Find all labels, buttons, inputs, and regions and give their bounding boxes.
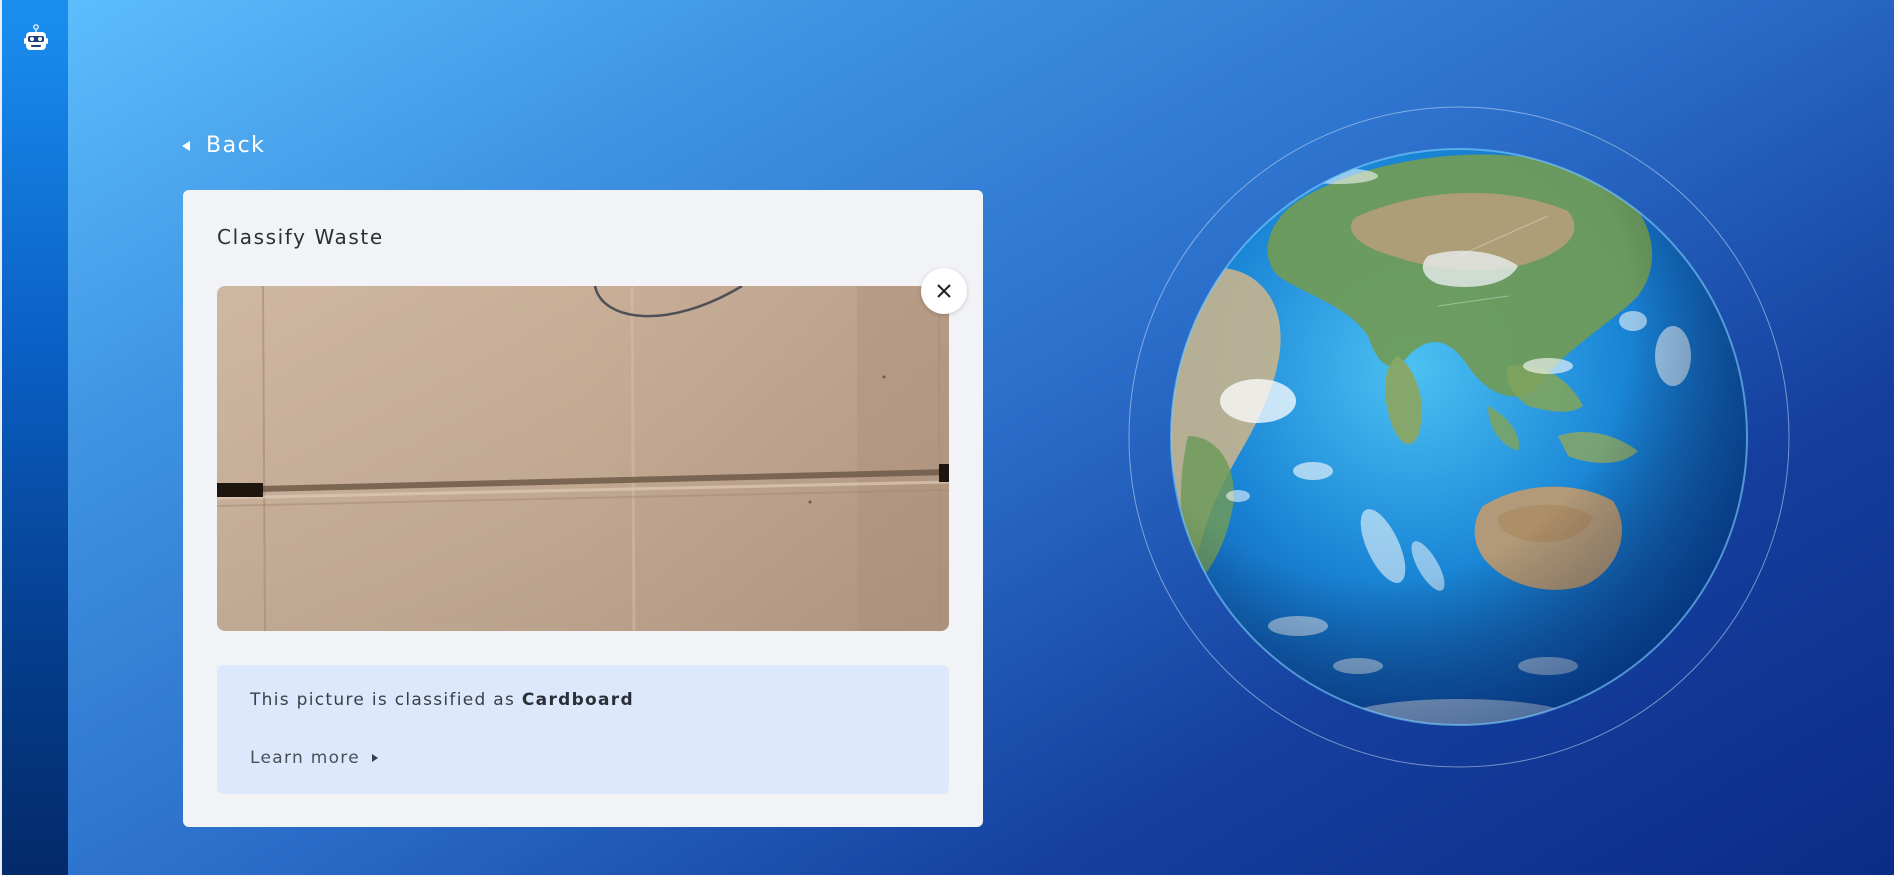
earth-globe [1128, 106, 1790, 768]
back-button[interactable]: Back [182, 133, 265, 158]
sidebar [0, 0, 68, 875]
close-icon [937, 284, 951, 298]
learn-more-link[interactable]: Learn more [250, 748, 378, 768]
triangle-left-icon [182, 140, 190, 151]
classification-result: This picture is classified as Cardboard … [217, 665, 949, 794]
learn-more-label: Learn more [250, 748, 360, 768]
result-class: Cardboard [521, 690, 634, 710]
close-photo-button[interactable] [921, 268, 967, 314]
triangle-right-icon [371, 754, 378, 762]
back-label: Back [206, 133, 266, 158]
classify-card: Classify Waste This picture is classifie… [183, 190, 983, 827]
card-title: Classify Waste [217, 225, 384, 249]
result-prefix: This picture is classified as [250, 690, 516, 710]
result-text: This picture is classified as Cardboard [250, 690, 634, 710]
uploaded-photo [217, 286, 949, 631]
app-logo-icon[interactable] [22, 22, 50, 56]
